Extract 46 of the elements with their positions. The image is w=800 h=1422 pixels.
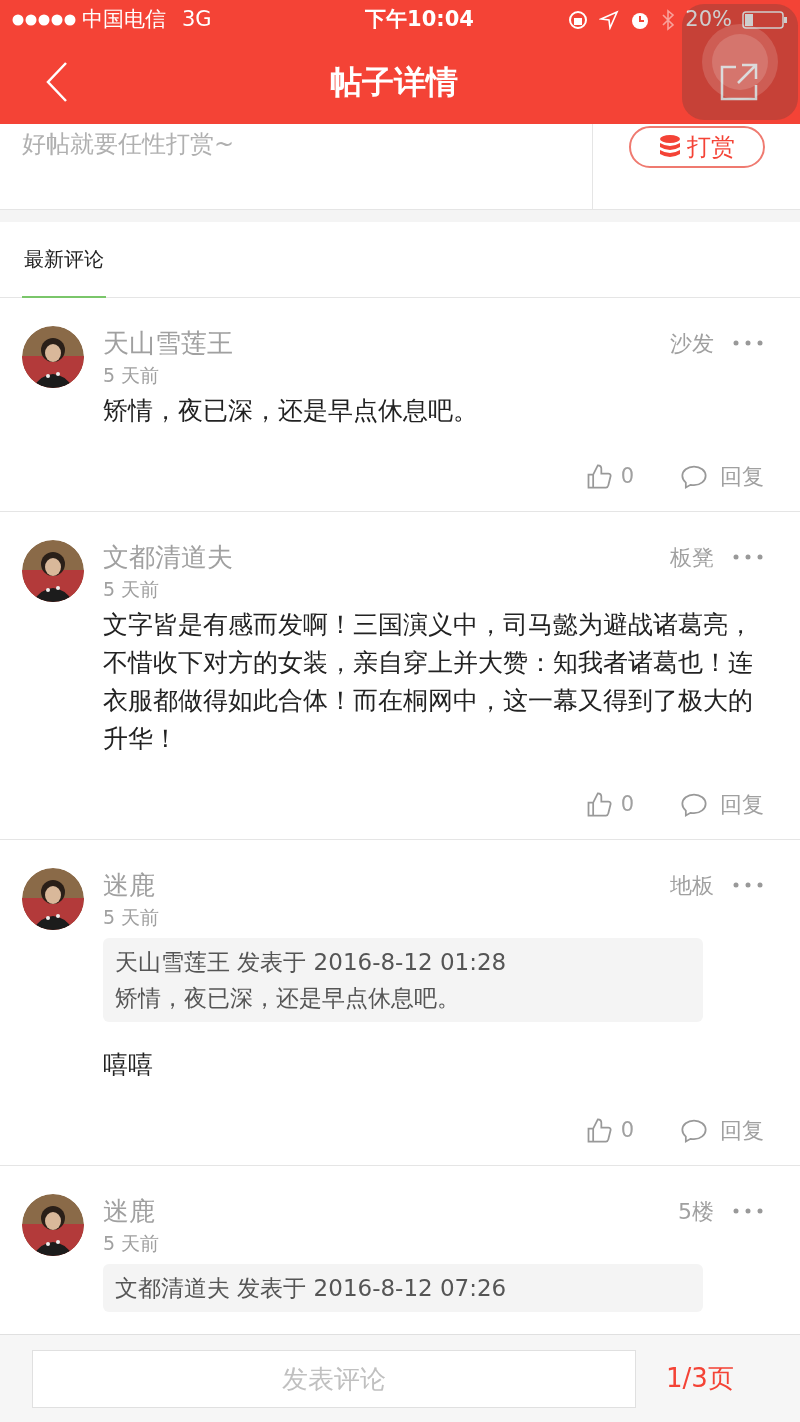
more-icon[interactable]	[732, 339, 764, 347]
floor-label: 沙发	[670, 329, 714, 358]
battery-percent: 20%	[685, 6, 732, 34]
author-name: 文都清道夫	[103, 541, 233, 574]
quote-header: 天山雪莲王 发表于 2016-8-12 01:28	[115, 948, 508, 977]
share-icon[interactable]	[718, 61, 760, 103]
location-icon	[599, 10, 620, 30]
comment-time: 5 天前	[103, 1231, 161, 1256]
comment-time: 5 天前	[103, 363, 161, 388]
clock: 下午10:04	[365, 6, 474, 34]
carrier-name: 中国电信	[82, 6, 166, 34]
floor-label: 地板	[670, 871, 714, 900]
page-indicator[interactable]: 1/3页	[666, 1359, 734, 1398]
tab[interactable]: 最新评论	[22, 222, 106, 298]
like-count: 0	[620, 462, 634, 490]
back-icon[interactable]	[44, 61, 70, 103]
floor-label: 5楼	[678, 1197, 714, 1226]
comment-text: 矫情，夜已深，还是早点休息吧。	[103, 395, 479, 427]
battery-icon	[742, 10, 788, 30]
quote-header: 文都清道夫 发表于 2016-8-12 07:26	[115, 1274, 508, 1303]
author-name: 迷鹿	[103, 869, 155, 902]
comment-time: 5 天前	[103, 905, 161, 930]
bluetooth-icon	[661, 9, 676, 31]
more-icon[interactable]	[732, 553, 764, 561]
floor-label: 板凳	[670, 543, 714, 572]
reply-button[interactable]: 回复	[720, 788, 764, 821]
more-icon[interactable]	[732, 1207, 764, 1215]
signal-icon	[12, 14, 76, 26]
like-count: 0	[620, 790, 634, 818]
more-icon[interactable]	[732, 881, 764, 889]
reply-button[interactable]: 回复	[720, 1114, 764, 1147]
like-count: 0	[620, 1116, 634, 1144]
comment-text: 文字皆是有感而发啊！三国演义中，司马懿为避战诸葛亮，不惜收下对方的女装，亲自穿上并大赞：知我者诸葛也！连衣服都做得如此合体！而在桐网中，这一幕又得到了极大的升华！	[103, 609, 754, 755]
comment-text: 嘻嘻	[103, 1049, 154, 1081]
rotation-lock-icon	[567, 9, 590, 31]
comment-input[interactable]: 发表评论	[32, 1349, 636, 1408]
reward-button[interactable]: 打赏	[628, 126, 765, 168]
reply-button[interactable]: 回复	[720, 460, 764, 493]
reward-prompt: 好帖就要任性打赏~	[22, 130, 235, 158]
author-name: 天山雪莲王	[103, 327, 233, 360]
author-name: 迷鹿	[103, 1195, 155, 1228]
comment-time: 5 天前	[103, 577, 161, 602]
network-type: 3G	[182, 6, 212, 34]
page-title: 帖子详情	[330, 62, 458, 103]
quote-text: 矫情，夜已深，还是早点休息吧。	[115, 984, 461, 1013]
coins-icon	[658, 135, 681, 159]
